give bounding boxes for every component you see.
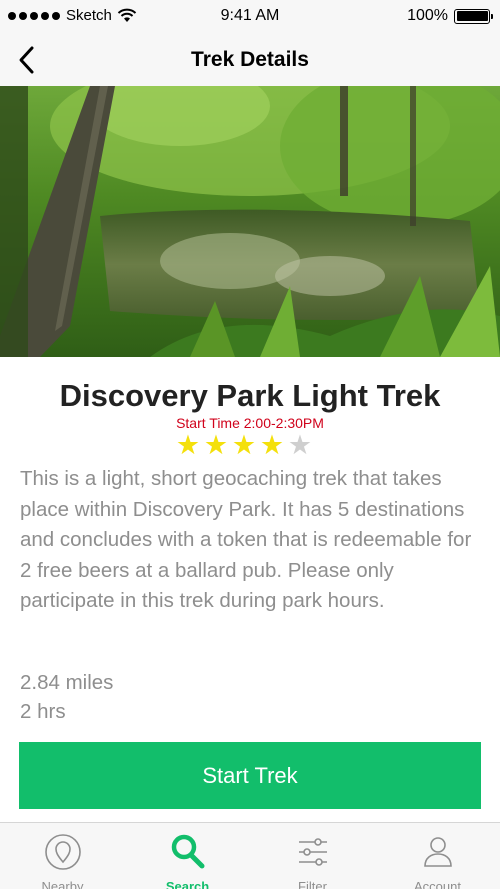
trek-photo [0,86,500,357]
tab-label: Nearby [41,879,84,889]
trek-title: Discovery Park Light Trek [59,378,441,413]
battery-icon [454,8,493,24]
trek-distance: 2.84 miles [20,671,114,694]
status-bar: Sketch 9:41 AM 100% [0,0,500,34]
star-rating: ★ ★ ★ ★ ★ [174,431,314,459]
forest-pond-image [0,86,500,357]
status-battery-group: 100% [407,7,493,25]
user-icon [418,832,458,872]
star-icon: ★ [203,430,229,460]
trek-description: This is a light, short geocaching trek t… [20,467,472,612]
tab-account[interactable]: Account [375,823,500,889]
tab-bar: Nearby Search Filter Account [0,822,500,889]
tab-search[interactable]: Search [125,823,250,889]
search-icon [168,832,208,872]
trek-duration: 2 hrs [20,700,66,723]
tab-label: Search [165,879,210,889]
sliders-icon [293,832,333,872]
start-trek-button[interactable]: Start Trek [19,742,481,809]
map-pin-icon [43,832,83,872]
tab-nearby[interactable]: Nearby [0,823,125,889]
battery-percent: 100% [407,7,448,24]
star-icon: ★ [231,430,257,460]
tab-label: Filter [298,879,327,889]
start-time: Start Time 2:00-2:30PM [176,415,324,431]
star-icon: ★ [287,430,313,460]
navigation-bar: Trek Details [0,34,500,86]
star-icon: ★ [175,430,201,460]
tab-filter[interactable]: Filter [250,823,375,889]
page-title: Trek Details [191,48,309,71]
star-icon: ★ [259,430,285,460]
tab-label: Account [414,879,461,889]
